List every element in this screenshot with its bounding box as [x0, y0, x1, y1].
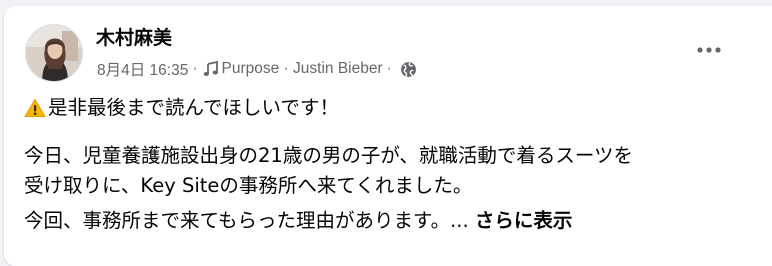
- more-options-button[interactable]: [687, 32, 731, 68]
- music-attribution[interactable]: Purpose · Justin Bieber: [222, 60, 383, 78]
- post-line-4-text: 今回、事務所まで来てもらった理由があります。...: [24, 209, 469, 232]
- more-dots-icon: [697, 47, 721, 53]
- globe-icon[interactable]: [400, 61, 417, 78]
- post-card: 木村麻美 8月4日 16:35 · Purpose · Justin Biebe…: [4, 6, 772, 266]
- see-more-link[interactable]: さらに表示: [475, 209, 573, 232]
- author-avatar[interactable]: [25, 24, 83, 82]
- avatar-photo: [26, 25, 82, 81]
- meta-separator: ·: [192, 60, 198, 77]
- post-line-2: 今日、児童養護施設出身の21歳の男の子が、就職活動で着るスーツを: [24, 144, 634, 167]
- post-line-1: 是非最後まで読んでほしいです！: [24, 93, 764, 123]
- post-line-3: 受け取りに、Key Siteの事務所へ来てくれました。: [24, 174, 473, 197]
- music-note-icon: [203, 61, 219, 77]
- post-line-1-text: 是非最後まで読んでほしいです！: [48, 96, 339, 119]
- post-meta: 8月4日 16:35 · Purpose · Justin Bieber ·: [97, 58, 417, 80]
- author-name[interactable]: 木村麻美: [96, 26, 172, 50]
- post-date[interactable]: 8月4日 16:35: [97, 58, 188, 80]
- warning-icon: [24, 98, 46, 118]
- post-line-4: 今回、事務所まで来てもらった理由があります。... さらに表示: [24, 206, 764, 236]
- meta-separator-2: ·: [386, 60, 392, 77]
